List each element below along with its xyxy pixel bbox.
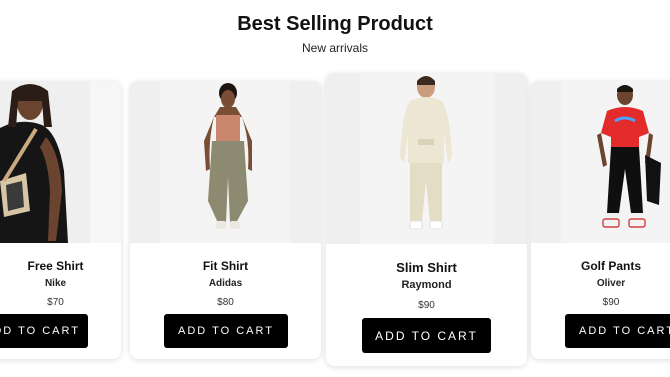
product-name: Golf Pants xyxy=(580,259,641,273)
section-title: Best Selling Product xyxy=(237,13,433,35)
section-header: Best Selling Product New arrivals xyxy=(0,12,670,55)
product-image[interactable] xyxy=(0,81,121,243)
add-to-cart-button[interactable]: ADD TO CART xyxy=(164,314,288,348)
product-page: Best Selling Product New arrivals Free S… xyxy=(0,0,670,377)
product-name: Fit Shirt xyxy=(202,259,249,273)
product-name: Free Shirt xyxy=(27,259,84,273)
product-card[interactable]: Free Shirt Nike $70 ADD TO CART xyxy=(0,81,121,359)
product-price: $90 xyxy=(602,297,620,308)
model-photo-icon xyxy=(0,81,121,243)
product-brand: Raymond xyxy=(401,279,452,291)
product-price: $90 xyxy=(418,300,435,311)
section-subtitle: New arrivals xyxy=(301,41,368,55)
add-to-cart-button[interactable]: ADD TO CART xyxy=(0,314,88,348)
product-card[interactable]: Slim Shirt Raymond $90 ADD TO CART xyxy=(326,73,527,366)
model-photo-icon xyxy=(326,73,527,244)
model-photo-icon xyxy=(531,81,670,243)
product-brand: Nike xyxy=(44,278,67,289)
product-image[interactable] xyxy=(531,81,670,243)
product-card[interactable]: Golf Pants Oliver $90 ADD TO CART xyxy=(531,81,670,359)
model-photo-icon xyxy=(130,81,321,243)
product-image[interactable] xyxy=(130,81,321,243)
add-to-cart-button[interactable]: ADD TO CART xyxy=(362,318,491,353)
product-name: Slim Shirt xyxy=(396,260,457,275)
product-card[interactable]: Fit Shirt Adidas $80 ADD TO CART xyxy=(130,81,321,359)
product-brand: Adidas xyxy=(208,278,243,289)
add-to-cart-button[interactable]: ADD TO CART xyxy=(565,314,670,348)
product-image[interactable] xyxy=(326,73,527,244)
product-price: $80 xyxy=(217,297,234,308)
product-brand: Oliver xyxy=(596,278,626,289)
product-price: $70 xyxy=(47,297,64,308)
